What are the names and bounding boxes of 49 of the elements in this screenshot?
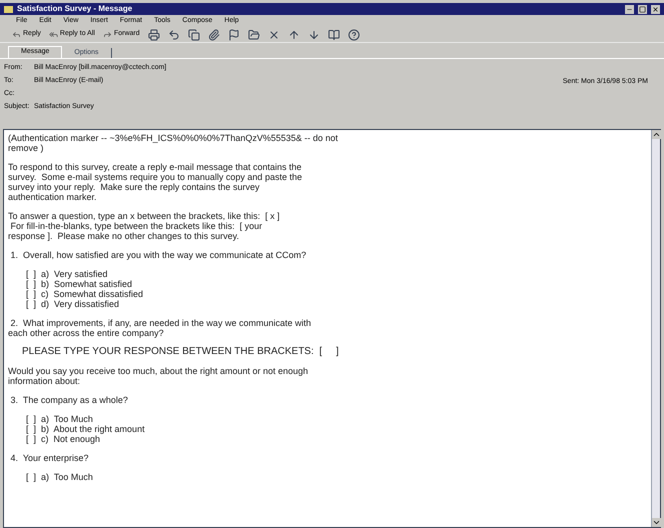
delete-icon[interactable] (268, 28, 280, 40)
message-text: information about: (8, 376, 82, 386)
message-text: To answer a question, type an x between the brackets, like this: [ x ] (8, 211, 281, 221)
copy-icon[interactable] (188, 28, 200, 40)
message-text: To respond to this survey, create a reply e-mail message that contains the (8, 162, 302, 172)
message-text: PLEASE TYPE YOUR RESPONSE BETWEEN THE BRACKETS: [ ] (22, 347, 340, 357)
forward-icon (102, 30, 112, 39)
address-book-icon[interactable] (328, 28, 340, 40)
message-text: remove ) (8, 143, 45, 153)
message-text: (Authentication marker -- ~3%e%FH_ICS%0%0%0%7ThanQzV%55535& -- do not (8, 133, 339, 143)
minimize-button[interactable] (625, 4, 634, 14)
close-icon (652, 6, 659, 12)
message-body[interactable] (3, 129, 661, 528)
message-text: 1. Overall, how satisfied are you with the way we communicate at CCom? (10, 250, 308, 260)
message-text: [ ] c) Somewhat dissatisfied (26, 289, 144, 299)
maximize-icon (639, 6, 646, 12)
maximize-button[interactable] (638, 4, 647, 14)
scroll-up-icon[interactable] (652, 130, 661, 139)
help-icon[interactable] (348, 28, 360, 40)
message-text: [ ] b) Somewhat satisfied (26, 279, 134, 289)
message-text: [ ] a) Very satisfied (26, 269, 109, 279)
message-text: survey. Some e-mail systems require you to manually copy and paste the (8, 172, 303, 182)
next-icon[interactable] (308, 28, 320, 40)
message-text: [ ] a) Too Much (26, 414, 94, 424)
message-text: 2. What improvements, if any, are needed in the way we communicate with (10, 318, 312, 328)
previous-icon[interactable] (288, 28, 300, 40)
reply-icon (12, 30, 21, 39)
message-text: For fill-in-the-blanks, type between the brackets like this: [ your (10, 221, 264, 231)
close-button[interactable] (651, 4, 660, 14)
paperclip-icon[interactable] (208, 28, 220, 40)
message-text: 3. The company as a whole? (10, 395, 129, 405)
message-text: Would you say you receive too much, about the right amount or not enough (8, 366, 310, 376)
message-text: [ ] d) Very dissatisfied (26, 299, 120, 309)
message-text: response ]. Please make no other changes to this survey. (8, 231, 240, 241)
message-text: 4. Your enterprise? (10, 453, 90, 463)
print-icon[interactable] (148, 28, 160, 40)
folder-icon[interactable] (248, 28, 260, 40)
message-text: authentication marker. (8, 192, 98, 202)
scroll-down-icon[interactable] (652, 518, 661, 527)
reply-all-icon (48, 30, 58, 39)
window-title: Satisfaction Survey - Message (17, 3, 134, 15)
scrollbar[interactable] (651, 130, 660, 527)
message-text: [ ] b) About the right amount (26, 424, 146, 434)
message-text: [ ] a) Too Much (26, 472, 94, 482)
message-text: survey into your reply. Make sure the reply contains the survey (8, 182, 260, 192)
message-text: [ ] c) Not enough (26, 434, 102, 444)
undo-icon[interactable] (168, 28, 180, 40)
message-text: each other across the entire company? (8, 328, 165, 338)
flag-icon[interactable] (228, 28, 240, 40)
